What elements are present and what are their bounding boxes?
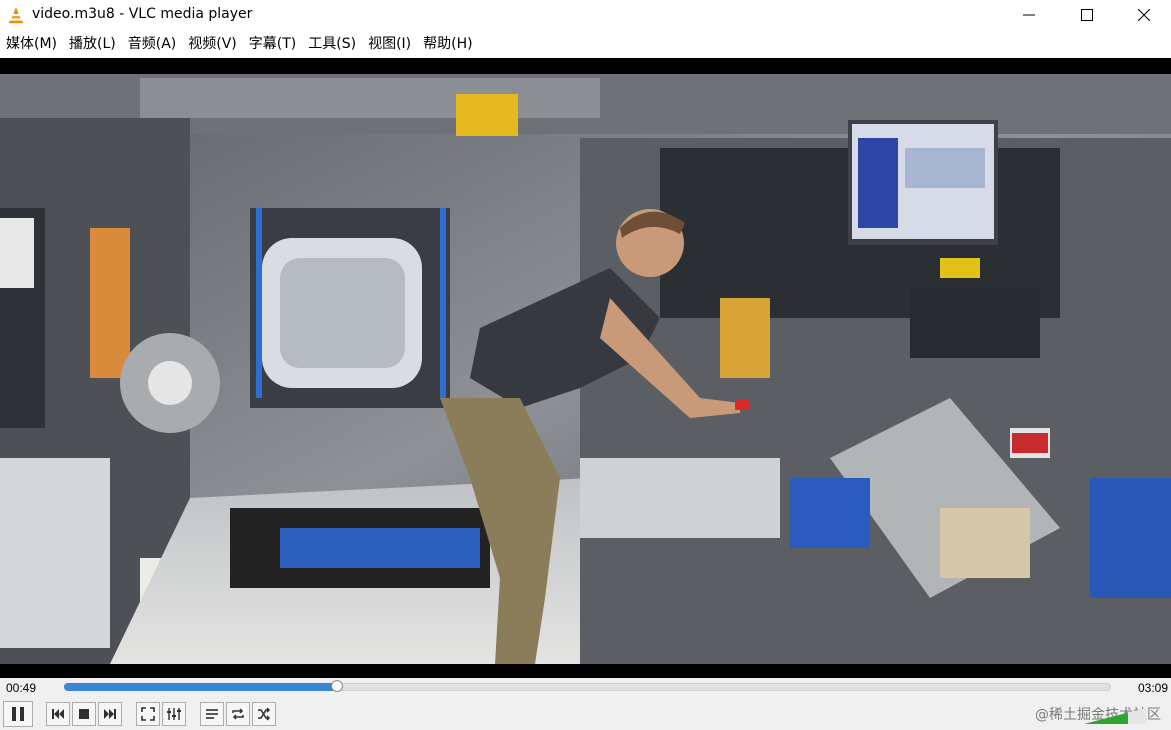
previous-icon [52, 709, 64, 719]
extended-settings-button[interactable] [162, 702, 186, 726]
minimize-button[interactable] [1000, 0, 1058, 30]
maximize-icon [1081, 9, 1093, 21]
volume-indicator[interactable] [1084, 708, 1146, 724]
menu-bar: 媒体(M) 播放(L) 音频(A) 视频(V) 字幕(T) 工具(S) 视图(I… [0, 30, 1171, 58]
close-icon [1137, 9, 1150, 21]
vlc-cone-icon [9, 7, 23, 24]
extended-settings-icon [167, 708, 181, 720]
menu-playback[interactable]: 播放(L) [65, 30, 124, 58]
playlist-button[interactable] [200, 702, 224, 726]
total-time: 03:09 [1137, 681, 1168, 695]
menu-help[interactable]: 帮助(H) [419, 30, 480, 58]
previous-button[interactable] [46, 702, 70, 726]
controls-bar: @稀土掘金技术社区 [0, 700, 1171, 730]
menu-media[interactable]: 媒体(M) [2, 30, 65, 58]
menu-subtitle[interactable]: 字幕(T) [245, 30, 304, 58]
fullscreen-icon [141, 707, 155, 721]
video-display[interactable] [0, 58, 1171, 678]
menu-video[interactable]: 视频(V) [184, 30, 245, 58]
maximize-button[interactable] [1058, 0, 1116, 30]
video-frame [0, 74, 1171, 664]
seek-progress [64, 683, 337, 691]
elapsed-time: 00:49 [6, 681, 37, 695]
seek-row: 00:49 03:09 [0, 678, 1171, 700]
close-button[interactable] [1116, 0, 1171, 30]
menu-audio[interactable]: 音频(A) [124, 30, 185, 58]
stop-button[interactable] [72, 702, 96, 726]
loop-button[interactable] [226, 702, 250, 726]
loop-icon [232, 708, 244, 720]
pause-icon [12, 707, 24, 721]
minimize-icon [1023, 14, 1035, 16]
fullscreen-button[interactable] [136, 702, 160, 726]
title-bar: video.m3u8 - VLC media player [0, 0, 1171, 30]
shuffle-icon [258, 707, 271, 721]
window-title: video.m3u8 - VLC media player [32, 6, 253, 22]
stop-icon [79, 709, 89, 719]
next-icon [104, 709, 116, 719]
shuffle-button[interactable] [252, 702, 276, 726]
pause-button[interactable] [3, 701, 33, 727]
playlist-icon [206, 709, 218, 719]
next-button[interactable] [98, 702, 122, 726]
seek-handle[interactable] [331, 680, 343, 692]
menu-view[interactable]: 视图(I) [364, 30, 419, 58]
menu-tools[interactable]: 工具(S) [304, 30, 364, 58]
